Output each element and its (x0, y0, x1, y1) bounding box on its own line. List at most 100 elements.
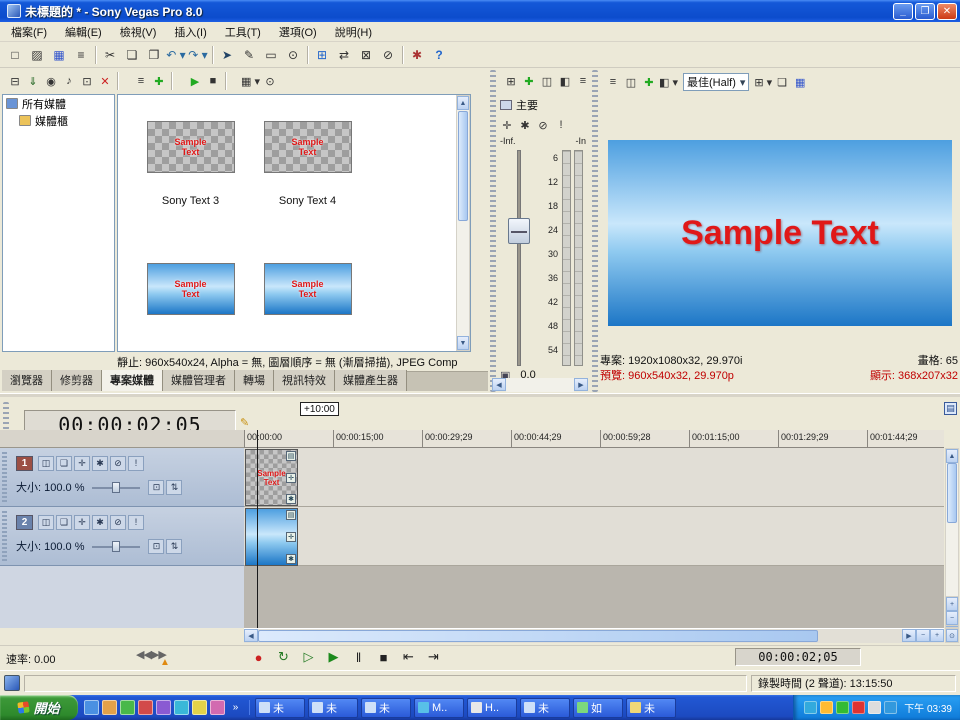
ignore-event-grouping-icon[interactable]: ⊘ (377, 45, 399, 65)
extract-audio-icon[interactable]: ♪ (60, 72, 78, 90)
timeline-event-2[interactable]: ▤✛✱ (245, 508, 298, 566)
quick-launch-icon-3[interactable] (120, 700, 135, 715)
media-fx-icon[interactable]: ✚ (150, 72, 168, 90)
menu-item[interactable]: 插入(I) (165, 22, 215, 42)
media-item[interactable]: Sample Text Sony Text 4 (249, 121, 366, 263)
track-row-2[interactable] (244, 507, 944, 566)
task-button[interactable]: 未 (255, 698, 305, 718)
cut-icon[interactable]: ✂ (99, 45, 121, 65)
scroll-track[interactable] (506, 378, 574, 392)
insert-assignable-fx-icon[interactable]: ✚ (520, 72, 538, 90)
quick-launch-icon-6[interactable] (174, 700, 189, 715)
stop-button[interactable]: ■ (371, 647, 396, 667)
scroll-right-icon[interactable]: ▶ (574, 378, 588, 391)
preview-drag-handle[interactable] (592, 70, 598, 392)
tree-item-media-bins[interactable]: 媒體櫃 (3, 112, 114, 129)
scroll-left-icon[interactable]: ◀ (244, 629, 258, 642)
remove-media-icon[interactable]: ✕ (96, 72, 114, 90)
play-button[interactable]: ▶ (321, 647, 346, 667)
search-media-icon[interactable]: ⊙ (261, 72, 279, 90)
scroll-track[interactable] (818, 629, 902, 643)
track-number[interactable]: 2 (16, 515, 33, 530)
timeline-drag-handle[interactable] (3, 402, 9, 430)
composite-mode-icon[interactable]: ⊡ (148, 480, 164, 495)
media-list-scrollbar[interactable]: ▲ ▼ (456, 95, 470, 351)
maximize-button[interactable]: ❐ (915, 3, 935, 20)
solo-track-icon[interactable]: ! (128, 515, 144, 530)
tray-icon-5[interactable] (868, 701, 881, 714)
automation-settings-icon[interactable]: ✛ (74, 515, 90, 530)
whats-this-help-icon[interactable]: ? (428, 45, 450, 65)
event-pan-crop-icon[interactable]: ✛ (286, 473, 296, 483)
task-button[interactable]: 未 (520, 698, 570, 718)
master-fader[interactable] (504, 150, 534, 366)
track-fx-icon[interactable]: ❏ (56, 515, 72, 530)
record-button[interactable]: ● (246, 647, 271, 667)
zoom-edit-tool-icon[interactable]: ⊙ (282, 45, 304, 65)
timeline-event-1[interactable]: Sample Text ▤✛✱ (245, 449, 298, 506)
interactive-tutorials-icon[interactable]: ✱ (406, 45, 428, 65)
task-button[interactable]: M.. (414, 698, 464, 718)
start-preview-icon[interactable]: ▶ (186, 72, 204, 90)
media-properties-icon[interactable]: ≡ (132, 72, 150, 90)
lock-envelopes-icon[interactable]: ⊠ (355, 45, 377, 65)
scroll-left-icon[interactable]: ◀ (492, 378, 506, 391)
get-photo-icon[interactable]: ⊡ (78, 72, 96, 90)
stop-preview-icon[interactable]: ■ (204, 72, 222, 90)
timeline-h-scrollbar[interactable]: ◀ ▶ − + (244, 628, 944, 643)
media-item[interactable]: Sample Text (249, 263, 366, 352)
copy-icon[interactable]: ❏ (121, 45, 143, 65)
master-insert-fx-icon[interactable]: ✛ (498, 116, 516, 134)
redo-icon[interactable]: ↷ ▾ (187, 45, 209, 65)
zoom-out-icon[interactable]: − (916, 629, 930, 642)
tray-icon-6[interactable] (884, 701, 897, 714)
tab-video-fx[interactable]: 視訊特效 (274, 370, 335, 391)
parent-composite-icon[interactable]: ⇅ (166, 480, 182, 495)
taskbar-clock[interactable]: 下午 03:39 (904, 700, 952, 715)
bypass-motion-blur-icon[interactable]: ✱ (92, 515, 108, 530)
mixer-drag-handle[interactable] (490, 70, 496, 392)
external-monitor-icon[interactable]: ◫ (622, 73, 640, 91)
save-icon[interactable]: ▦ (48, 45, 70, 65)
quick-launch-icon-7[interactable] (192, 700, 207, 715)
tray-icon-2[interactable] (820, 701, 833, 714)
scroll-thumb[interactable] (458, 111, 468, 221)
automation-settings-icon[interactable]: ✛ (74, 456, 90, 471)
menu-item[interactable]: 檢視(V) (111, 22, 166, 42)
capture-video-icon[interactable]: ◉ (42, 72, 60, 90)
master-automation-icon[interactable]: ✱ (516, 116, 534, 134)
tab-trimmer[interactable]: 修剪器 (52, 370, 102, 391)
slider-handle[interactable] (112, 482, 120, 493)
quick-launch-icon-2[interactable] (102, 700, 117, 715)
generated-media-icon[interactable]: ▤ (286, 451, 296, 461)
tab-media-manager[interactable]: 媒體管理者 (163, 370, 235, 391)
project-properties-icon[interactable]: ≡ (70, 45, 92, 65)
track-row-1[interactable] (244, 448, 944, 507)
start-button[interactable]: 開始 (0, 695, 78, 720)
track-motion-icon[interactable]: ◫ (38, 515, 54, 530)
transport-timecode[interactable]: 00:00:02;05 (735, 648, 861, 666)
tab-project-media[interactable]: 專案媒體 (102, 370, 163, 391)
time-ruler[interactable]: 00:00:0000:00:15;0000:00:29;2900:00:44;2… (244, 430, 944, 448)
titlebar[interactable]: 未標題的 * - Sony Vegas Pro 8.0 _ ❐ ✕ (0, 0, 960, 22)
scroll-right-icon[interactable]: ▶ (902, 629, 916, 642)
loop-playback-button[interactable]: ↻ (271, 647, 296, 667)
tree-item-all-media[interactable]: 所有媒體 (3, 95, 114, 112)
generated-media-icon[interactable]: ▤ (286, 510, 296, 520)
scroll-up-icon[interactable]: ▲ (457, 96, 469, 110)
paste-icon[interactable]: ❐ (143, 45, 165, 65)
scroll-up-icon[interactable]: ▲ (946, 449, 958, 463)
bypass-motion-blur-icon[interactable]: ✱ (92, 456, 108, 471)
task-button[interactable]: 未 (361, 698, 411, 718)
tray-icon-4[interactable] (852, 701, 865, 714)
track-header-2[interactable]: 2 ◫❏✛✱⊘! 大小: 100.0 % ⊡⇅ (0, 507, 244, 566)
envelope-edit-tool-icon[interactable]: ✎ (238, 45, 260, 65)
copy-snapshot-icon[interactable]: ❏ (773, 73, 791, 91)
track-list-icon[interactable]: ▤ (944, 402, 957, 415)
tab-transitions[interactable]: 轉場 (235, 370, 274, 391)
scroll-thumb[interactable] (258, 630, 818, 642)
tab-media-generators[interactable]: 媒體產生器 (335, 370, 407, 391)
menu-item[interactable]: 說明(H) (326, 22, 381, 42)
menu-item[interactable]: 工具(T) (216, 22, 270, 42)
play-from-start-button[interactable]: ▷ (296, 647, 321, 667)
